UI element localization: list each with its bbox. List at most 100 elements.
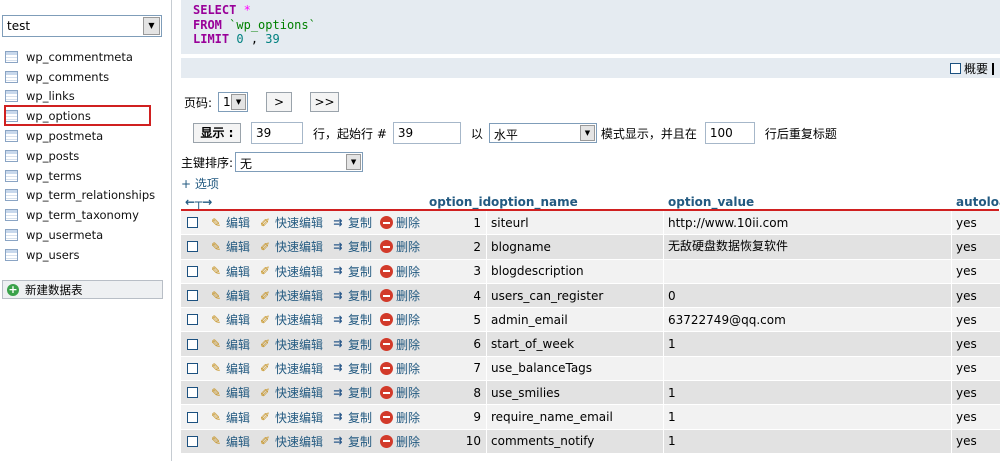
delete-button[interactable]: 删除	[380, 287, 420, 304]
new-table-button[interactable]: + 新建数据表	[2, 280, 163, 299]
column-header-option-name[interactable]: option_name	[491, 193, 578, 211]
quick-edit-button[interactable]: ✐ 快速编辑	[258, 214, 323, 231]
option-id-cell[interactable]: 6	[421, 332, 481, 355]
option-name-cell[interactable]: comments_notify	[491, 430, 594, 453]
delete-button[interactable]: 删除	[380, 214, 420, 231]
quick-edit-button[interactable]: ✐ 快速编辑	[258, 384, 323, 401]
option-id-cell[interactable]: 2	[421, 235, 481, 258]
option-name-cell[interactable]: use_balanceTags	[491, 357, 592, 380]
table-link-wp-links[interactable]: wp_links	[0, 87, 172, 107]
quick-edit-button[interactable]: ✐ 快速编辑	[258, 336, 323, 353]
column-arrows[interactable]: ←┬→	[185, 193, 212, 211]
option-name-cell[interactable]: use_smilies	[491, 381, 560, 404]
checkbox-icon[interactable]	[187, 387, 198, 399]
option-id-cell[interactable]: 3	[421, 260, 481, 283]
table-link-wp-usermeta[interactable]: wp_usermeta	[0, 225, 172, 245]
copy-button[interactable]: ⇉ 复制	[331, 238, 372, 255]
checkbox-icon[interactable]	[187, 435, 198, 447]
table-link-wp-users[interactable]: wp_users	[0, 245, 172, 265]
autoload-cell[interactable]: yes	[956, 235, 977, 258]
edit-button[interactable]: ✎ 编辑	[209, 287, 250, 304]
edit-button[interactable]: ✎ 编辑	[209, 409, 250, 426]
option-name-cell[interactable]: blogdescription	[491, 260, 584, 283]
quick-edit-button[interactable]: ✐ 快速编辑	[258, 409, 323, 426]
delete-button[interactable]: 删除	[380, 384, 420, 401]
option-value-cell[interactable]: 63722749@qq.com	[668, 308, 786, 331]
option-value-cell[interactable]: 1	[668, 381, 676, 404]
option-value-cell[interactable]: 0	[668, 284, 676, 307]
page-select[interactable]: 1 ▼	[218, 92, 249, 112]
option-id-cell[interactable]: 7	[421, 357, 481, 380]
table-link-wp-commentmeta[interactable]: wp_commentmeta	[0, 47, 172, 67]
autoload-cell[interactable]: yes	[956, 381, 977, 404]
chevron-down-icon[interactable]: ▼	[346, 154, 362, 170]
copy-button[interactable]: ⇉ 复制	[331, 409, 372, 426]
delete-button[interactable]: 删除	[380, 360, 420, 377]
column-header-option-id[interactable]: option_id	[429, 193, 491, 211]
row-checkbox[interactable]	[187, 430, 201, 453]
chevron-down-icon[interactable]: ▼	[231, 94, 247, 110]
row-checkbox[interactable]	[187, 381, 201, 404]
option-id-cell[interactable]: 8	[421, 381, 481, 404]
edit-button[interactable]: ✎ 编辑	[209, 238, 250, 255]
option-name-cell[interactable]: blogname	[491, 235, 551, 258]
copy-button[interactable]: ⇉ 复制	[331, 287, 372, 304]
checkbox-icon[interactable]	[187, 411, 198, 423]
column-header-option-value[interactable]: option_value	[668, 193, 754, 211]
option-value-cell[interactable]: http://www.10ii.com	[668, 211, 788, 234]
row-checkbox[interactable]	[187, 405, 201, 428]
option-name-cell[interactable]: users_can_register	[491, 284, 603, 307]
table-link-wp-comments[interactable]: wp_comments	[0, 67, 172, 87]
option-value-cell[interactable]: 1	[668, 332, 676, 355]
quick-edit-button[interactable]: ✐ 快速编辑	[258, 311, 323, 328]
table-link-wp-posts[interactable]: wp_posts	[0, 146, 172, 166]
display-mode-select[interactable]: 水平 ▼	[488, 123, 597, 143]
option-id-cell[interactable]: 5	[421, 308, 481, 331]
row-checkbox[interactable]	[187, 260, 201, 283]
last-page-button[interactable]: >>	[310, 92, 340, 112]
row-checkbox[interactable]	[187, 235, 201, 258]
autoload-cell[interactable]: yes	[956, 260, 977, 283]
table-link-wp-options[interactable]: wp_options	[0, 106, 172, 126]
chevron-down-icon[interactable]: ▼	[143, 17, 160, 35]
start-row-input[interactable]: 39	[392, 122, 461, 144]
row-checkbox[interactable]	[187, 357, 201, 380]
checkbox-icon[interactable]	[187, 362, 198, 374]
copy-button[interactable]: ⇉ 复制	[331, 263, 372, 280]
autoload-cell[interactable]: yes	[956, 357, 977, 380]
show-button[interactable]: 显示 :	[193, 123, 241, 143]
table-link-wp-term-taxonomy[interactable]: wp_term_taxonomy	[0, 205, 172, 225]
option-value-cell[interactable]: 1	[668, 405, 676, 428]
option-value-cell[interactable]: 无敌硬盘数据恢复软件	[668, 235, 788, 258]
checkbox-icon[interactable]	[187, 265, 198, 277]
copy-button[interactable]: ⇉ 复制	[331, 214, 372, 231]
quick-edit-button[interactable]: ✐ 快速编辑	[258, 360, 323, 377]
copy-button[interactable]: ⇉ 复制	[331, 384, 372, 401]
delete-button[interactable]: 删除	[380, 238, 420, 255]
row-checkbox[interactable]	[187, 211, 201, 234]
option-id-cell[interactable]: 1	[421, 211, 481, 234]
autoload-cell[interactable]: yes	[956, 405, 977, 428]
copy-button[interactable]: ⇉ 复制	[331, 336, 372, 353]
option-id-cell[interactable]: 10	[421, 430, 481, 453]
profile-checkbox[interactable]	[949, 63, 961, 74]
table-link-wp-postmeta[interactable]: wp_postmeta	[0, 126, 172, 146]
quick-edit-button[interactable]: ✐ 快速编辑	[258, 238, 323, 255]
delete-button[interactable]: 删除	[380, 409, 420, 426]
delete-button[interactable]: 删除	[380, 263, 420, 280]
row-checkbox[interactable]	[187, 332, 201, 355]
edit-button[interactable]: ✎ 编辑	[209, 214, 250, 231]
database-select[interactable]: test ▼	[2, 15, 162, 37]
row-checkbox[interactable]	[187, 308, 201, 331]
option-name-cell[interactable]: admin_email	[491, 308, 568, 331]
copy-button[interactable]: ⇉ 复制	[331, 311, 372, 328]
option-name-cell[interactable]: require_name_email	[491, 405, 613, 428]
autoload-cell[interactable]: yes	[956, 284, 977, 307]
edit-button[interactable]: ✎ 编辑	[209, 433, 250, 450]
rows-input[interactable]: 39	[251, 122, 303, 144]
edit-button[interactable]: ✎ 编辑	[209, 311, 250, 328]
table-link-wp-terms[interactable]: wp_terms	[0, 166, 172, 186]
option-name-cell[interactable]: start_of_week	[491, 332, 574, 355]
repeat-header-input[interactable]: 100	[704, 122, 755, 144]
checkbox-icon[interactable]	[187, 290, 198, 302]
